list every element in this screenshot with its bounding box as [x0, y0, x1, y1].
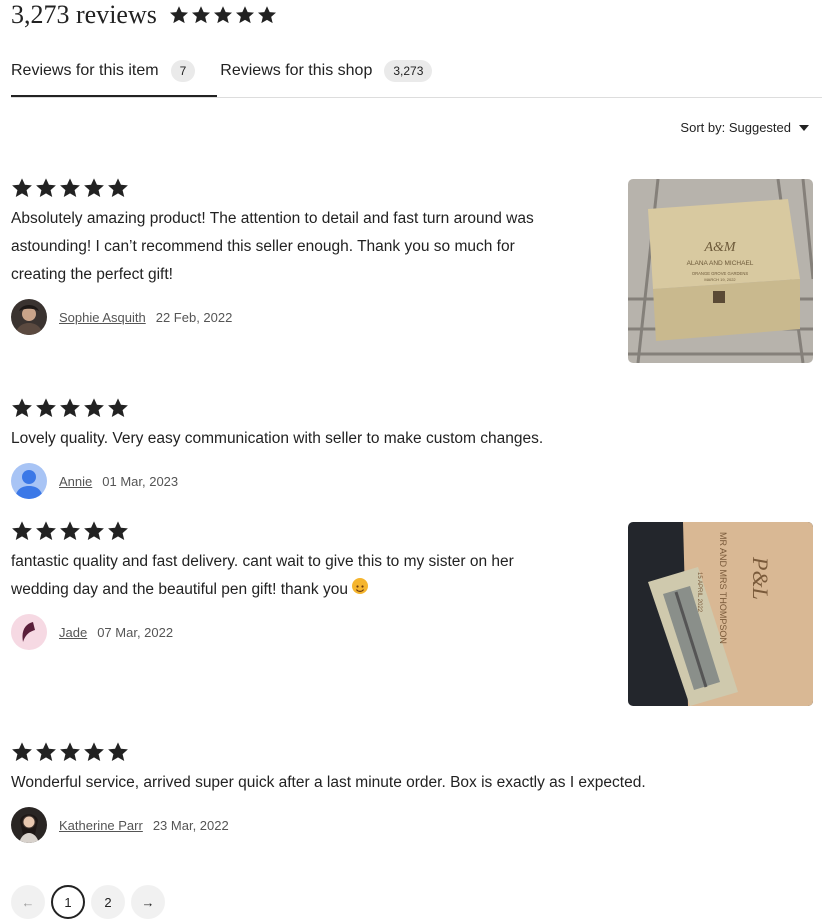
photo-engraving-line2: ORANGE GROVE GARDENS — [692, 271, 749, 276]
caret-down-icon — [799, 124, 809, 131]
svg-text:A&M: A&M — [703, 240, 736, 255]
review-item: fantastic quality and fast delivery. can… — [11, 520, 611, 650]
star-icon — [107, 741, 129, 763]
star-icon — [35, 177, 57, 199]
review-date: 22 Feb, 2022 — [155, 309, 233, 325]
star-icon — [107, 397, 129, 419]
tab-count-badge: 7 — [170, 60, 196, 82]
reviewer-name-link[interactable]: Sophie Asquith — [59, 310, 146, 325]
review-date: 01 Mar, 2023 — [102, 473, 179, 489]
sort-dropdown[interactable]: Sort by: Suggested — [680, 120, 809, 135]
review-text: Absolutely amazing product! The attentio… — [11, 210, 534, 283]
sort-label: Sort by: Suggested — [680, 120, 791, 135]
arrow-right-icon: → — [141, 894, 155, 910]
star-icon — [11, 520, 33, 542]
star-icon — [169, 5, 189, 25]
review-text-container: fantastic quality and fast delivery. can… — [11, 548, 556, 604]
avatar — [11, 807, 47, 843]
star-icon — [35, 397, 57, 419]
reviewer-name-link[interactable]: Jade — [59, 625, 87, 640]
star-icon — [11, 177, 33, 199]
smiling-face-emoji-icon — [352, 578, 369, 594]
star-icon — [235, 5, 255, 25]
pagination: ← 1 2 → — [11, 885, 165, 919]
review-rating-stars — [11, 397, 651, 419]
star-icon — [83, 397, 105, 419]
star-icon — [107, 520, 129, 542]
reviewer-name-link[interactable]: Annie — [59, 474, 92, 489]
star-icon — [11, 741, 33, 763]
star-icon — [191, 5, 211, 25]
review-rating-stars — [11, 520, 611, 542]
review-meta: Sophie Asquith 22 Feb, 2022 — [11, 299, 611, 335]
tab-reviews-for-item[interactable]: Reviews for this item 7 — [11, 56, 218, 97]
review-meta: Annie 01 Mar, 2023 — [11, 463, 651, 499]
review-tabs: Reviews for this item 7 Reviews for this… — [11, 56, 822, 98]
reviews-header: 3,273 reviews — [11, 0, 277, 30]
photo-engraving-line1: ALANA AND MICHAEL — [687, 260, 754, 267]
star-icon — [83, 177, 105, 199]
star-icon — [83, 741, 105, 763]
avatar — [11, 463, 47, 499]
avatar — [11, 299, 47, 335]
tab-label: Reviews for this shop — [220, 62, 373, 79]
review-date: 07 Mar, 2022 — [97, 624, 174, 640]
star-icon — [11, 397, 33, 419]
star-icon — [257, 5, 277, 25]
svg-text:P&L: P&L — [748, 556, 773, 600]
review-date: 23 Mar, 2022 — [152, 817, 229, 833]
photo-engraving-line2: 15 APRIL 2022 — [696, 572, 702, 613]
review-rating-stars — [11, 177, 611, 199]
page-button-2[interactable]: 2 — [91, 885, 125, 919]
review-meta: Katherine Parr 23 Mar, 2022 — [11, 807, 771, 843]
tab-label: Reviews for this item — [11, 62, 159, 79]
arrow-left-icon: ← — [21, 894, 35, 910]
star-icon — [35, 520, 57, 542]
star-icon — [35, 741, 57, 763]
star-icon — [107, 177, 129, 199]
review-text: Wonderful service, arrived super quick a… — [11, 774, 646, 791]
star-icon — [83, 520, 105, 542]
star-icon — [59, 741, 81, 763]
star-icon — [59, 397, 81, 419]
prev-page-button[interactable]: ← — [11, 885, 45, 919]
tab-count-badge: 3,273 — [384, 60, 433, 82]
review-meta: Jade 07 Mar, 2022 — [11, 614, 611, 650]
review-photo[interactable]: MR AND MRS THOMPSON 15 APRIL 2022 P&L — [628, 522, 813, 706]
next-page-button[interactable]: → — [131, 885, 165, 919]
star-icon — [213, 5, 233, 25]
review-photo[interactable]: A&M ALANA AND MICHAEL ORANGE GROVE GARDE… — [628, 179, 813, 363]
review-item: Lovely quality. Very easy communication … — [11, 397, 651, 499]
review-text: fantastic quality and fast delivery. can… — [11, 553, 514, 598]
review-item: Wonderful service, arrived super quick a… — [11, 741, 771, 843]
photo-engraving-line1: MR AND MRS THOMPSON — [718, 532, 728, 644]
star-icon — [59, 520, 81, 542]
review-count-title: 3,273 reviews — [11, 0, 157, 29]
review-text: Lovely quality. Very easy communication … — [11, 430, 544, 447]
tab-reviews-for-shop[interactable]: Reviews for this shop 3,273 — [217, 56, 454, 86]
review-item: Absolutely amazing product! The attentio… — [11, 177, 611, 335]
star-icon — [59, 177, 81, 199]
photo-engraving-line3: MARCH 19, 2022 — [704, 277, 736, 282]
review-rating-stars — [11, 741, 771, 763]
overall-rating-stars — [169, 5, 277, 25]
reviewer-name-link[interactable]: Katherine Parr — [59, 818, 143, 833]
avatar — [11, 614, 47, 650]
page-button-1[interactable]: 1 — [51, 885, 85, 919]
